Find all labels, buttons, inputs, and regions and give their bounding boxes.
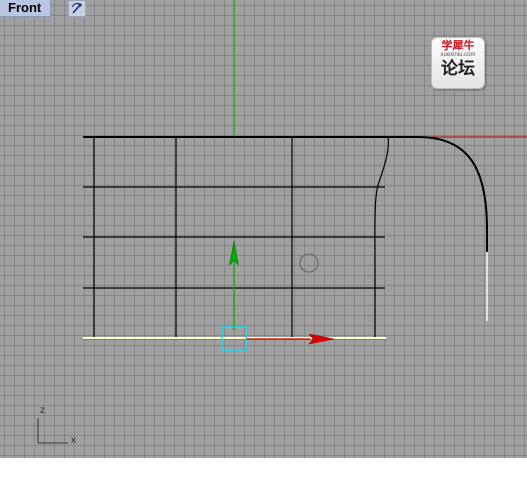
- gumball-y-arrow[interactable]: [229, 240, 239, 266]
- watermark-site: xuexiniu.com: [440, 52, 476, 58]
- viewport-bottom-strip: [0, 458, 527, 478]
- xuexiniu-watermark-logo: 学犀牛 xuexiniu.com 论坛: [431, 37, 485, 89]
- surface-grid[interactable]: [83, 136, 405, 338]
- gumball-x-arrow[interactable]: [308, 333, 335, 345]
- axis-x-label: x: [71, 435, 76, 446]
- axis-z-label: z: [40, 405, 45, 416]
- watermark-brand: 学犀牛: [441, 40, 475, 52]
- watermark-forum: 论坛: [441, 59, 475, 78]
- gumball-widget[interactable]: [221, 240, 335, 351]
- axes-orientation-icon: [37, 418, 68, 444]
- profile-fillet-curve[interactable]: [405, 136, 488, 252]
- point-marker[interactable]: [299, 253, 319, 273]
- front-viewport[interactable]: Front z x 学犀牛 xuexiniu.com 论坛: [0, 0, 527, 478]
